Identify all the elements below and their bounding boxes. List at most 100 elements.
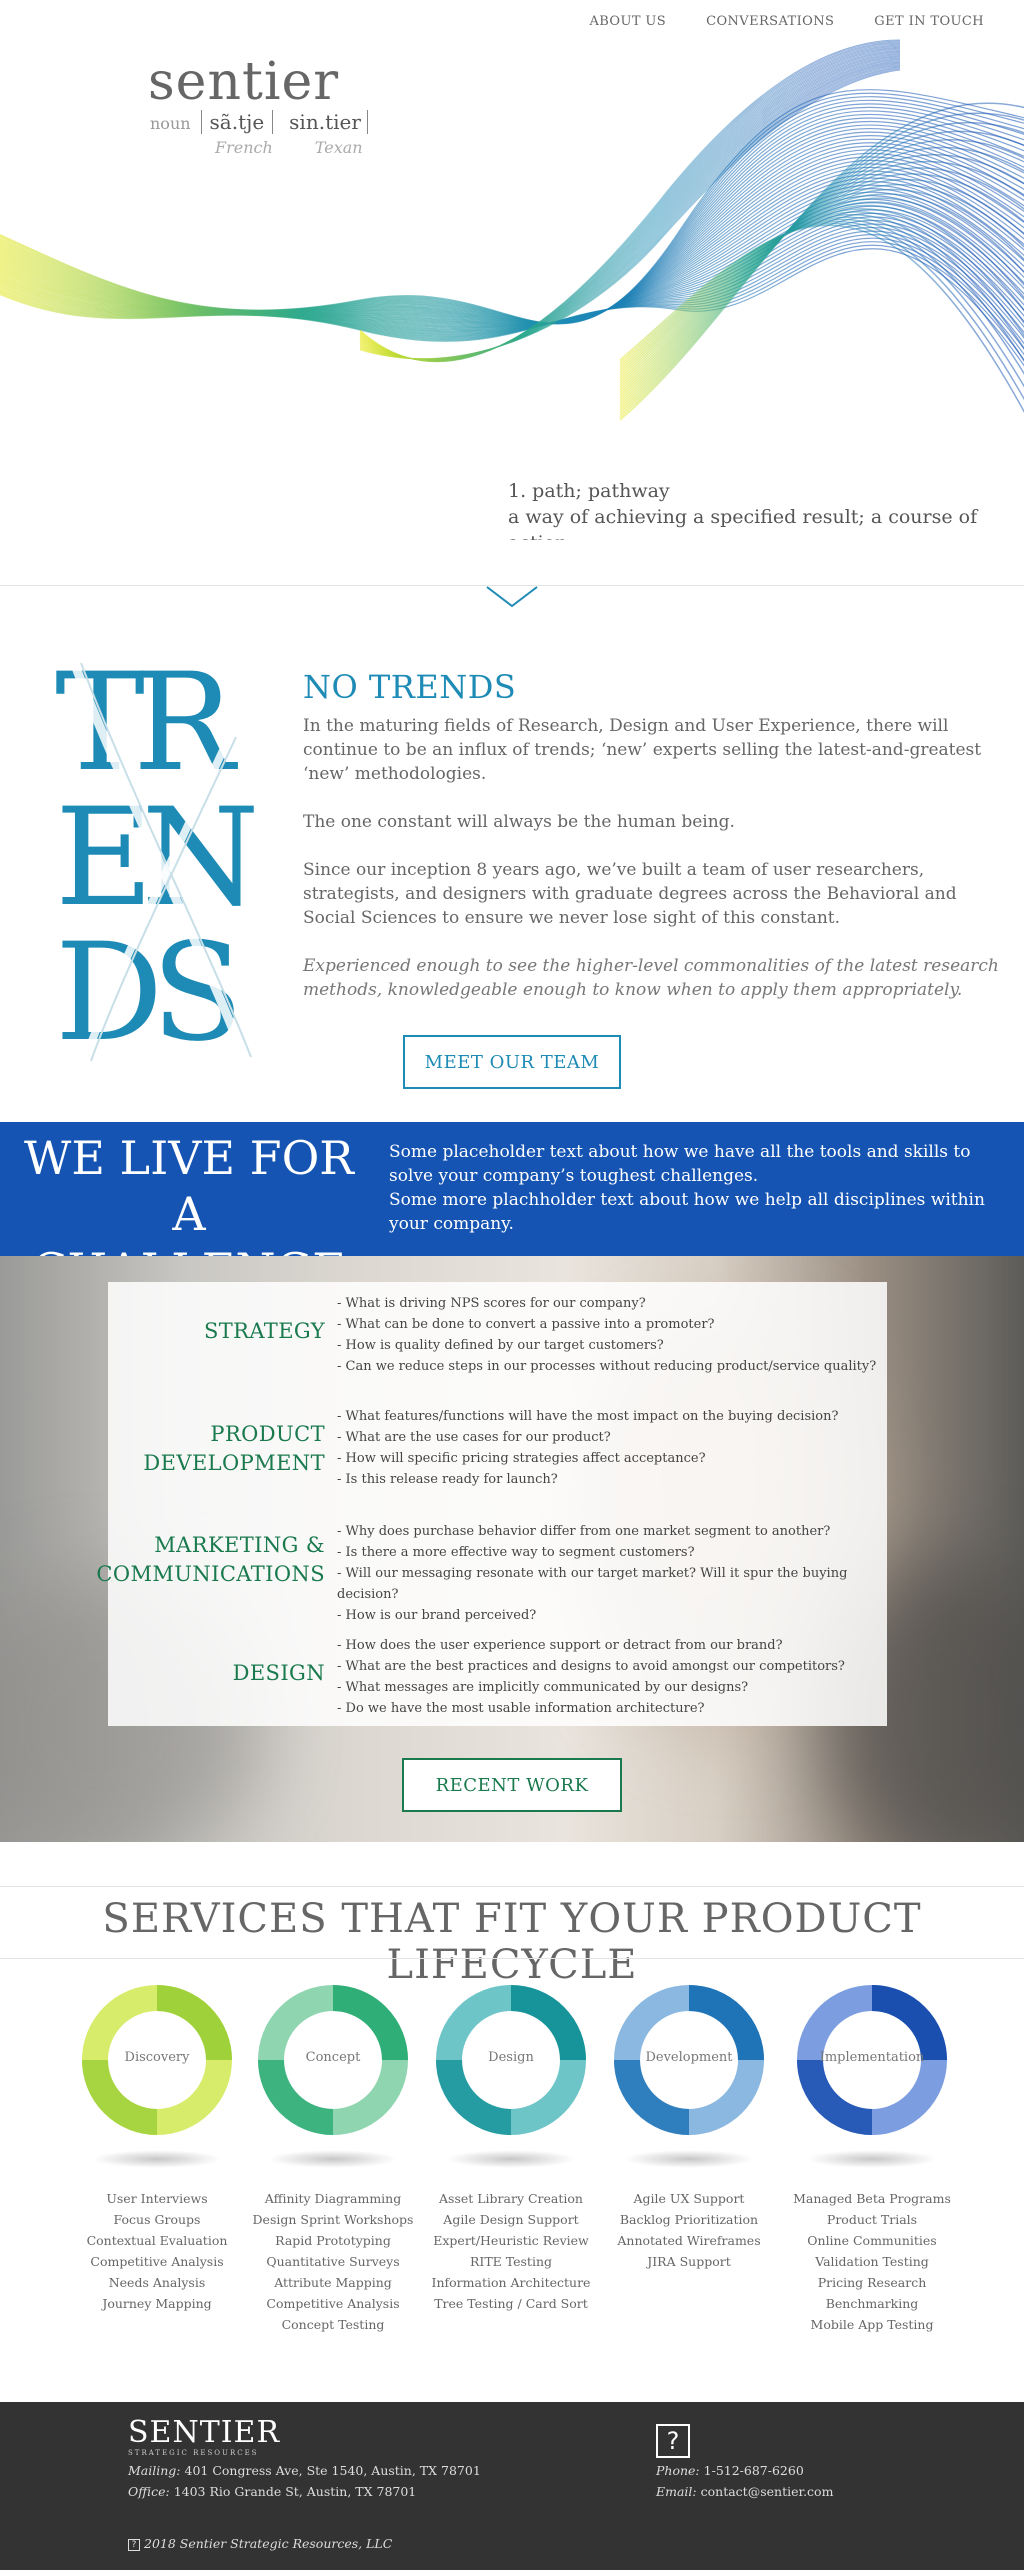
question-group-label: MARKETING & COMMUNICATIONS — [96, 1533, 325, 1586]
question-item: - What are the use cases for our product… — [337, 1430, 611, 1445]
question-list: - What features/functions will have the … — [337, 1406, 877, 1490]
question-item: - What is driving NPS scores for our com… — [337, 1296, 646, 1311]
pronunciation: noun sã.tje sin.tier — [150, 110, 368, 134]
stage-ring-development[interactable]: Development — [614, 1985, 764, 2135]
footer-email: Email: contact@sentier.com — [656, 2484, 834, 2499]
service-item: Needs Analysis — [108, 2275, 206, 2290]
footer-logo-subtitle: STRATEGIC RESOURCES — [128, 2449, 259, 2457]
service-item: Expert/Heuristic Review — [433, 2233, 589, 2248]
definition: 1. path; pathway a way of achieving a sp… — [508, 478, 1024, 540]
meet-our-team-button[interactable]: MEET OUR TEAM — [403, 1035, 621, 1089]
chevron-down-icon[interactable] — [486, 586, 538, 608]
service-item: Pricing Research — [817, 2275, 927, 2290]
stage-ring-implementation[interactable]: Implementation — [797, 1985, 947, 2135]
question-item: - Will our messaging resonate with our t… — [337, 1566, 848, 1602]
service-item: Journey Mapping — [102, 2296, 212, 2311]
question-item: - How does the user experience support o… — [337, 1638, 783, 1653]
service-item: Agile Design Support — [443, 2212, 579, 2227]
question-group-label: PRODUCT DEVELOPMENT — [143, 1422, 325, 1475]
question-item: - How is quality defined by our target c… — [337, 1338, 664, 1353]
service-item: Product Trials — [826, 2212, 918, 2227]
question-item: - What messages are implicitly communica… — [337, 1680, 749, 1695]
question-item: - Why does purchase behavior differ from… — [337, 1524, 831, 1539]
stage-name: Concept — [305, 2050, 361, 2065]
stage-name: Discovery — [124, 2050, 190, 2065]
challenge-text-line: Some more plachholder text about how we … — [389, 1190, 985, 1234]
services-title: SERVICES THAT FIT YOUR PRODUCT LIFECYCLE — [102, 1896, 922, 1988]
pronunciation-french: sã.tje — [200, 110, 274, 134]
question-list: - How does the user experience support o… — [337, 1635, 877, 1719]
footer-phone: Phone: 1-512-687-6260 — [656, 2463, 804, 2478]
service-item: Rapid Prototyping — [275, 2233, 391, 2248]
stage-ring-design[interactable]: Design — [436, 1985, 586, 2135]
question-group-label: STRATEGY — [203, 1319, 325, 1343]
service-item: Managed Beta Programs — [793, 2191, 951, 2206]
question-item: - Can we reduce steps in our processes w… — [337, 1359, 877, 1374]
mailing-address: Mailing: 401 Congress Ave, Ste 1540, Aus… — [128, 2463, 481, 2478]
hero: sentier noun sã.tje sin.tier French Texa… — [0, 0, 1024, 540]
service-item: Mobile App Testing — [810, 2317, 934, 2332]
ring-shadow — [268, 2150, 398, 2168]
question-group-label: DESIGN — [232, 1661, 325, 1685]
definition-line-2: a way of achieving a specified result; a… — [508, 506, 978, 540]
services-top-rule — [0, 1886, 1024, 1887]
trends-body: In the maturing fields of Research, Desi… — [303, 714, 1003, 1026]
stage-ring-concept[interactable]: Concept — [258, 1985, 408, 2135]
service-item: Design Sprint Workshops — [252, 2212, 414, 2227]
stage-name: Implementation — [819, 2050, 925, 2065]
service-list: Asset Library Creation Agile Design Suppo… — [426, 2188, 596, 2314]
service-list: Managed Beta Programs Product Trials Onlin… — [787, 2188, 957, 2335]
service-item: Online Communities — [807, 2233, 937, 2248]
service-item: Agile UX Support — [633, 2191, 745, 2206]
top-nav: ABOUT US CONVERSATIONS GET IN TOUCH — [589, 14, 984, 29]
office-address: Office: 1403 Rio Grande St, Austin, TX 7… — [128, 2484, 417, 2499]
service-item: Concept Testing — [281, 2317, 385, 2332]
trends-tagline: Experienced enough to see the higher-lev… — [303, 956, 999, 1000]
footer-logo[interactable]: SENTIER — [128, 2418, 280, 2448]
service-item: Benchmarking — [825, 2296, 919, 2311]
trends-paragraph: Since our inception 8 years ago, we’ve b… — [303, 860, 957, 928]
part-of-speech: noun — [150, 114, 191, 133]
pronunciation-texan: sin.tier — [283, 110, 368, 134]
service-item: Affinity Diagramming — [264, 2191, 402, 2206]
language-labels: French Texan — [215, 138, 363, 157]
nav-get-in-touch[interactable]: GET IN TOUCH — [874, 14, 984, 29]
wave-strand — [0, 205, 1024, 332]
service-list: Affinity Diagramming Design Sprint Worksh… — [248, 2188, 418, 2335]
question-item: - How will specific pricing strategies a… — [337, 1451, 706, 1466]
service-item: Information Architecture — [431, 2275, 591, 2290]
trends-paragraph: The one constant will always be the huma… — [303, 812, 735, 832]
footer-copyright: ? 2018 Sentier Strategic Resources, LLC — [128, 2533, 392, 2554]
service-item: Competitive Analysis — [90, 2254, 224, 2269]
service-item: Contextual Evaluation — [86, 2233, 228, 2248]
challenge-title-line: WE LIVE FOR — [24, 1131, 354, 1185]
question-list: - Why does purchase behavior differ from… — [337, 1521, 877, 1626]
question-item: - What can be done to convert a passive … — [337, 1317, 715, 1332]
nav-about-us[interactable]: ABOUT US — [589, 14, 666, 29]
brand-mark-icon: ? — [128, 2538, 140, 2551]
service-item: Attribute Mapping — [274, 2275, 392, 2290]
service-item: Annotated Wireframes — [617, 2233, 761, 2248]
stage-name: Design — [488, 2050, 534, 2065]
brand-mark-icon: ? — [656, 2424, 690, 2458]
service-item: Competitive Analysis — [266, 2296, 400, 2311]
ring-shadow — [446, 2150, 576, 2168]
service-item: Asset Library Creation — [439, 2191, 583, 2206]
wave-strand — [0, 127, 1024, 324]
nav-conversations[interactable]: CONVERSATIONS — [706, 14, 834, 29]
service-item: Quantitative Surveys — [266, 2254, 400, 2269]
service-item: Validation Testing — [815, 2254, 929, 2269]
service-list: User Interviews Focus Groups Contextual Ev… — [72, 2188, 242, 2314]
stage-ring-discovery[interactable]: Discovery — [82, 1985, 232, 2135]
service-item: Focus Groups — [113, 2212, 201, 2227]
service-item: JIRA Support — [647, 2254, 731, 2269]
service-item: Backlog Prioritization — [619, 2212, 759, 2227]
footer-contact: Phone: 1-512-687-6260 Email: contact@sen… — [656, 2460, 833, 2502]
recent-work-button[interactable]: RECENT WORK — [402, 1758, 622, 1812]
footer-addresses: Mailing: 401 Congress Ave, Ste 1540, Aus… — [128, 2460, 481, 2502]
language-french: French — [215, 138, 273, 157]
ring-shadow — [624, 2150, 754, 2168]
challenge-text-line: Some placeholder text about how we have … — [389, 1142, 971, 1186]
trends-paragraph: In the maturing fields of Research, Desi… — [303, 716, 982, 784]
ring-shadow — [807, 2150, 937, 2168]
